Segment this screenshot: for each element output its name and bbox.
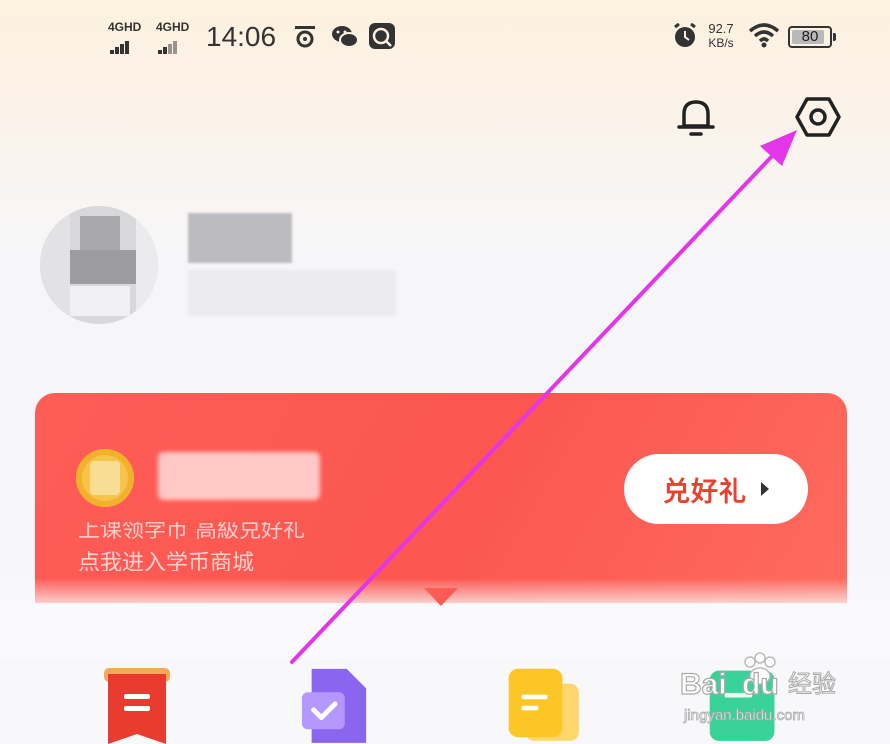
- annotation-arrow: [290, 130, 797, 664]
